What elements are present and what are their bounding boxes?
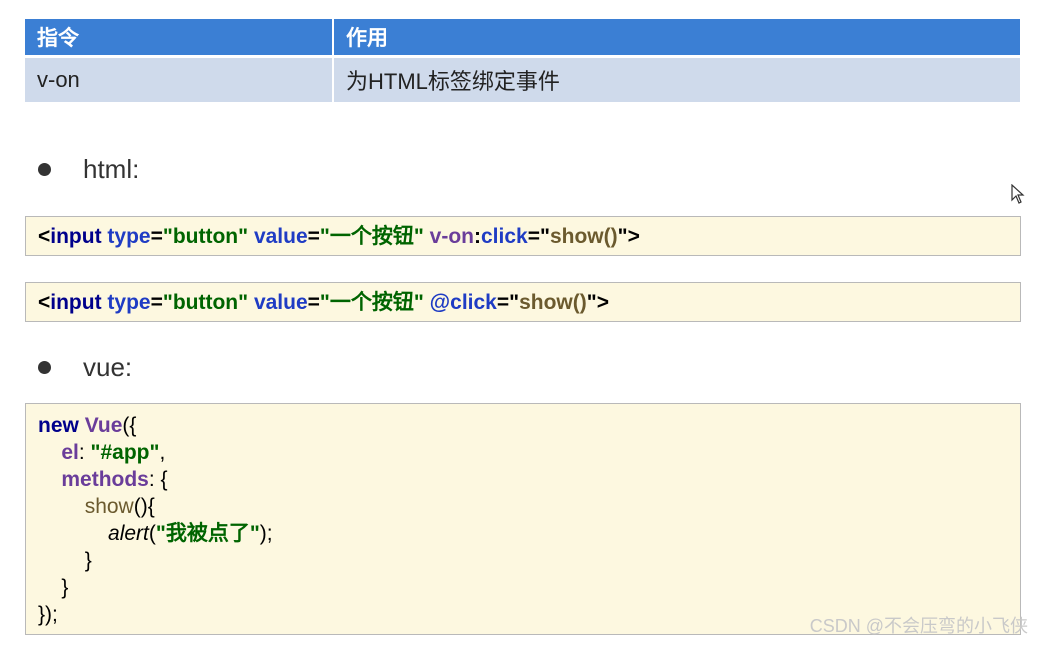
code-token: "一个按钮": [319, 225, 424, 248]
vue-section-heading: vue:: [38, 352, 132, 383]
html-code-block-von: <input type="button" value="一个按钮" v-on:c…: [25, 216, 1021, 256]
code-token: value: [253, 225, 308, 248]
code-line: <input type="button" value="一个按钮" @click…: [38, 289, 1008, 316]
code-line: <input type="button" value="一个按钮" v-on:c…: [38, 223, 1008, 250]
code-token: methods: [61, 468, 149, 491]
code-token: el: [61, 441, 79, 464]
html-label: html:: [83, 154, 140, 184]
code-token: new: [38, 414, 79, 437]
table-header-purpose: 作用: [333, 19, 1022, 57]
code-line: }: [38, 574, 1008, 601]
table-cell-purpose: 为HTML标签绑定事件: [333, 55, 1022, 102]
code-token: );: [259, 522, 273, 545]
code-token: =: [307, 225, 320, 248]
html-code-block-shorthand: <input type="button" value="一个按钮" @click…: [25, 282, 1021, 322]
code-line: methods: {: [38, 466, 1008, 493]
code-token: =: [496, 291, 510, 314]
code-token: "我被点了": [155, 522, 260, 545]
vue-code-block: new Vue({ el: "#app", methods: { show(){…: [25, 403, 1021, 635]
code-token: =: [307, 291, 320, 314]
code-line: show(){: [38, 493, 1008, 520]
code-token: <: [38, 225, 51, 248]
code-token: <: [38, 291, 51, 314]
code-token: "button": [162, 291, 249, 314]
code-token: ": [586, 291, 597, 314]
code-token: >: [596, 291, 609, 314]
code-token: show(): [519, 291, 587, 314]
html-section-heading: html:: [38, 154, 139, 185]
code-token: :: [78, 441, 91, 464]
code-token: >: [627, 225, 640, 248]
code-token: }: [61, 576, 69, 599]
code-token: :: [474, 225, 481, 248]
code-line: alert("我被点了");: [38, 520, 1008, 547]
table-header-row: 指令 作用: [25, 19, 1022, 57]
code-token: });: [38, 603, 58, 626]
mouse-cursor-icon: [1011, 183, 1025, 209]
bullet-icon: [38, 361, 51, 374]
directive-table: 指令 作用 v-on 为HTML标签绑定事件: [25, 19, 1022, 102]
code-token: input: [50, 225, 102, 248]
code-token: ({: [122, 414, 137, 437]
code-token: ,: [159, 441, 166, 464]
code-token: type: [107, 225, 151, 248]
code-token: (){: [133, 495, 155, 518]
vue-label: vue:: [83, 352, 133, 382]
code-line: new Vue({: [38, 412, 1008, 439]
table-row: v-on 为HTML标签绑定事件: [25, 55, 1022, 102]
code-line: el: "#app",: [38, 439, 1008, 466]
watermark: CSDN @不会压弯的小飞侠: [809, 616, 1028, 636]
table-cell-directive: v-on: [25, 55, 334, 102]
code-line: }: [38, 547, 1008, 574]
bullet-icon: [38, 163, 51, 176]
code-token: ": [509, 291, 520, 314]
code-token: : {: [148, 468, 168, 491]
code-token: "#app": [90, 441, 160, 464]
code-token: "button": [162, 225, 249, 248]
code-token: =: [150, 225, 163, 248]
code-token: show: [84, 495, 134, 518]
code-token: show(): [549, 225, 618, 248]
code-token: alert: [108, 522, 149, 545]
code-token: type: [107, 291, 151, 314]
code-token: input: [50, 291, 102, 314]
code-token: ": [617, 225, 628, 248]
code-token: =: [150, 291, 163, 314]
code-token: =: [527, 225, 540, 248]
code-token: @click: [429, 291, 497, 314]
code-token: Vue: [84, 414, 123, 437]
code-token: value: [253, 291, 308, 314]
table-header-directive: 指令: [25, 19, 334, 57]
code-token: ": [539, 225, 550, 248]
code-token: click: [481, 225, 528, 248]
code-token: (: [148, 522, 156, 545]
code-token: "一个按钮": [319, 291, 424, 314]
code-token: v-on: [429, 225, 474, 248]
code-token: }: [84, 549, 92, 572]
